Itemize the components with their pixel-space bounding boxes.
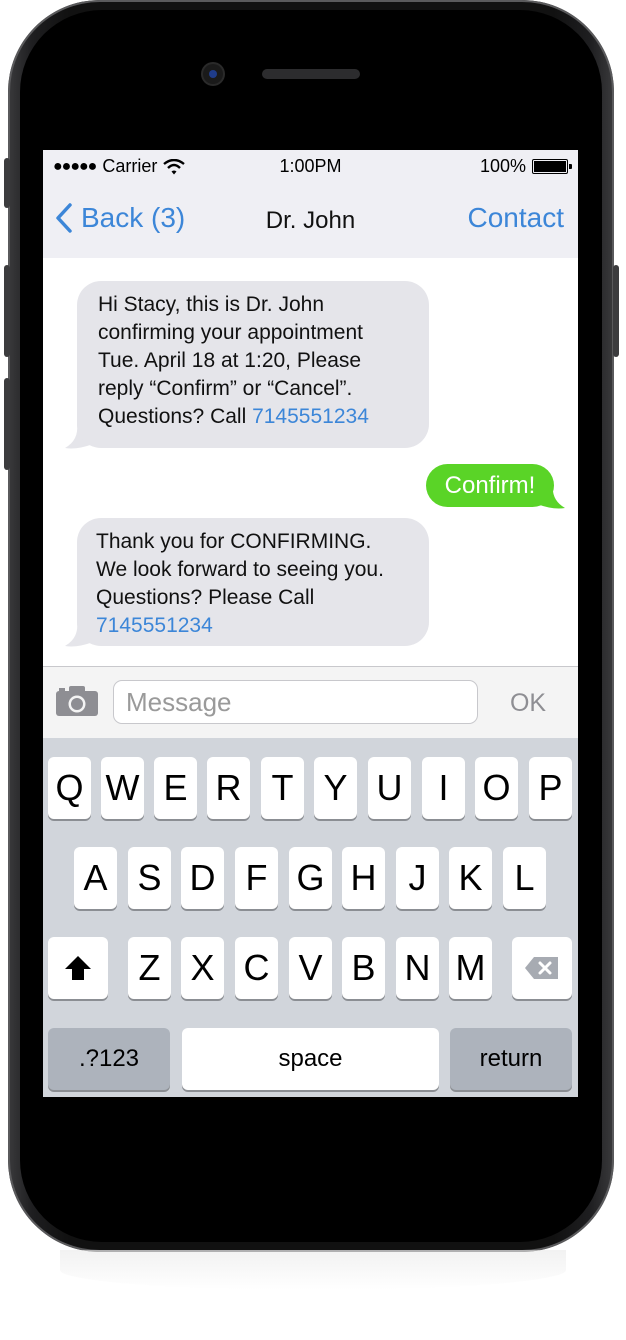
mute-switch <box>4 158 10 208</box>
key-m[interactable]: M <box>449 937 492 999</box>
message-input-bar: Message OK <box>43 666 578 739</box>
key-e[interactable]: E <box>154 757 197 819</box>
key-p[interactable]: P <box>529 757 572 819</box>
power-button <box>613 265 619 357</box>
key-c[interactable]: C <box>235 937 278 999</box>
key-i[interactable]: I <box>422 757 465 819</box>
earpiece-speaker <box>262 69 360 79</box>
contact-button[interactable]: Contact <box>468 202 565 234</box>
incoming-message[interactable]: Thank you for CONFIRMING. We look forwar… <box>77 518 429 646</box>
keyboard: Q W E R T Y U I O P A S D F G H J K L Z … <box>43 738 578 1097</box>
backspace-icon <box>525 957 558 979</box>
message-line: Questions? Call <box>98 405 253 428</box>
message-line: Questions? Please Call <box>96 586 315 609</box>
phone-reflection <box>60 1250 566 1290</box>
camera-icon[interactable] <box>55 685 99 717</box>
key-v[interactable]: V <box>289 937 332 999</box>
key-b[interactable]: B <box>342 937 385 999</box>
key-d[interactable]: D <box>181 847 224 909</box>
key-x[interactable]: X <box>181 937 224 999</box>
volume-down-button <box>4 378 10 470</box>
key-h[interactable]: H <box>342 847 385 909</box>
key-n[interactable]: N <box>396 937 439 999</box>
incoming-message[interactable]: Hi Stacy, this is Dr. John confirming yo… <box>77 281 429 448</box>
message-line: Thank you for CONFIRMING. <box>96 530 372 553</box>
phone-number-link[interactable]: 7145551234 <box>96 612 429 640</box>
send-button[interactable]: OK <box>493 689 563 718</box>
return-key[interactable]: return <box>450 1028 572 1090</box>
message-line: reply “Confirm” or “Cancel”. <box>98 377 353 400</box>
key-l[interactable]: L <box>503 847 546 909</box>
status-bar: ●●●●● Carrier 1:00PM 100% <box>43 150 578 184</box>
key-w[interactable]: W <box>101 757 144 819</box>
key-q[interactable]: Q <box>48 757 91 819</box>
key-z[interactable]: Z <box>128 937 171 999</box>
key-t[interactable]: T <box>261 757 304 819</box>
shift-arrow-icon <box>65 956 91 980</box>
message-line: confirming your appointment <box>98 321 363 344</box>
message-line: Tue. April 18 at 1:20, Please <box>98 349 362 372</box>
message-thread: Hi Stacy, this is Dr. John confirming yo… <box>43 258 578 666</box>
key-f[interactable]: F <box>235 847 278 909</box>
backspace-key[interactable] <box>512 937 572 999</box>
key-r[interactable]: R <box>207 757 250 819</box>
phone-number-link[interactable]: 7145551234 <box>252 405 369 428</box>
navigation-bar: Back (3) Dr. John Contact <box>43 184 578 259</box>
numbers-key[interactable]: .?123 <box>48 1028 170 1090</box>
key-s[interactable]: S <box>128 847 171 909</box>
message-line: We look forward to seeing you. <box>96 558 384 581</box>
message-input[interactable]: Message <box>113 680 478 724</box>
space-key[interactable]: space <box>182 1028 439 1090</box>
key-y[interactable]: Y <box>314 757 357 819</box>
shift-key[interactable] <box>48 937 108 999</box>
battery-icon <box>532 159 572 174</box>
message-line: Hi Stacy, this is Dr. John <box>98 293 325 316</box>
key-j[interactable]: J <box>396 847 439 909</box>
key-a[interactable]: A <box>74 847 117 909</box>
key-k[interactable]: K <box>449 847 492 909</box>
key-g[interactable]: G <box>289 847 332 909</box>
volume-up-button <box>4 265 10 357</box>
phone-screen: ●●●●● Carrier 1:00PM 100% Back (3) Dr. J… <box>43 150 578 1097</box>
key-o[interactable]: O <box>475 757 518 819</box>
battery-percent: 100% <box>479 156 526 176</box>
key-u[interactable]: U <box>368 757 411 819</box>
front-camera <box>203 64 223 84</box>
outgoing-message[interactable]: Confirm! <box>426 464 554 507</box>
